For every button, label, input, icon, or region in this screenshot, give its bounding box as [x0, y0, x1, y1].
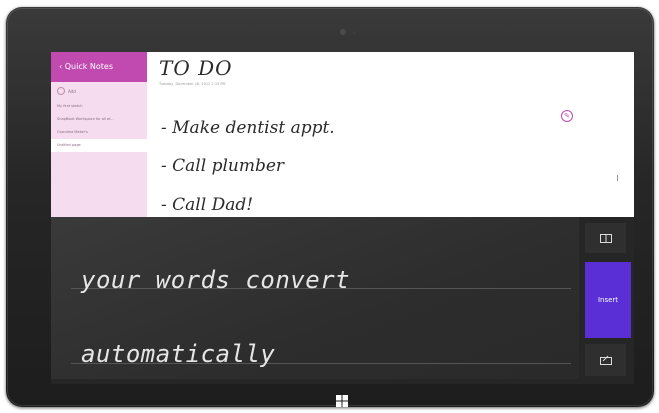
handwriting-line-2: automatically [81, 340, 276, 368]
note-line[interactable]: - Call Dad! [161, 195, 253, 215]
handwriting-line-1: your words convert [81, 266, 351, 294]
tablet-device: ‹ Quick Notes Add My first sketch SnapBo… [6, 7, 654, 407]
note-line[interactable]: - Call plumber [161, 156, 284, 176]
sidebar-page-item[interactable]: My first sketch [51, 100, 147, 113]
handwriting-keyboard-button[interactable] [585, 344, 626, 376]
sidebar-page-item[interactable]: Grandma Maker's [51, 126, 147, 139]
keyboard-icon [599, 233, 612, 243]
note-title[interactable]: TO DO [159, 56, 233, 80]
pen-tool-button[interactable]: ✎ [561, 110, 573, 122]
onenote-app: ‹ Quick Notes Add My first sketch SnapBo… [51, 52, 634, 217]
sidebar-page-item-selected[interactable]: Untitled page [51, 139, 147, 152]
note-line[interactable]: - Make dentist appt. [161, 118, 335, 138]
windows-logo-icon[interactable] [336, 395, 348, 407]
plus-icon [57, 87, 65, 95]
handwriting-keyboard-icon [599, 355, 612, 365]
add-page-button[interactable]: Add [51, 82, 147, 100]
sidebar-back-button[interactable]: ‹ Quick Notes [51, 52, 147, 82]
sidebar-page-item[interactable]: SnapBook Workspace for all of... [51, 113, 147, 126]
handwriting-input-area[interactable]: your words convert automatically [51, 217, 579, 379]
sidebar: ‹ Quick Notes Add My first sketch SnapBo… [51, 52, 147, 217]
note-date: Tuesday, December 18, 2012 2:15 PM [159, 82, 226, 86]
screen: ‹ Quick Notes Add My first sketch SnapBo… [51, 52, 634, 384]
camera-icon [340, 29, 346, 35]
sensor-dot [353, 31, 356, 34]
keyboard-switch-button[interactable] [585, 223, 626, 253]
pen-icon: ✎ [564, 112, 570, 120]
insert-button[interactable]: Insert [585, 262, 631, 338]
handwriting-panel: your words convert automatically Insert [51, 217, 634, 384]
scrollbar[interactable] [617, 175, 618, 181]
add-page-label: Add [68, 88, 76, 94]
